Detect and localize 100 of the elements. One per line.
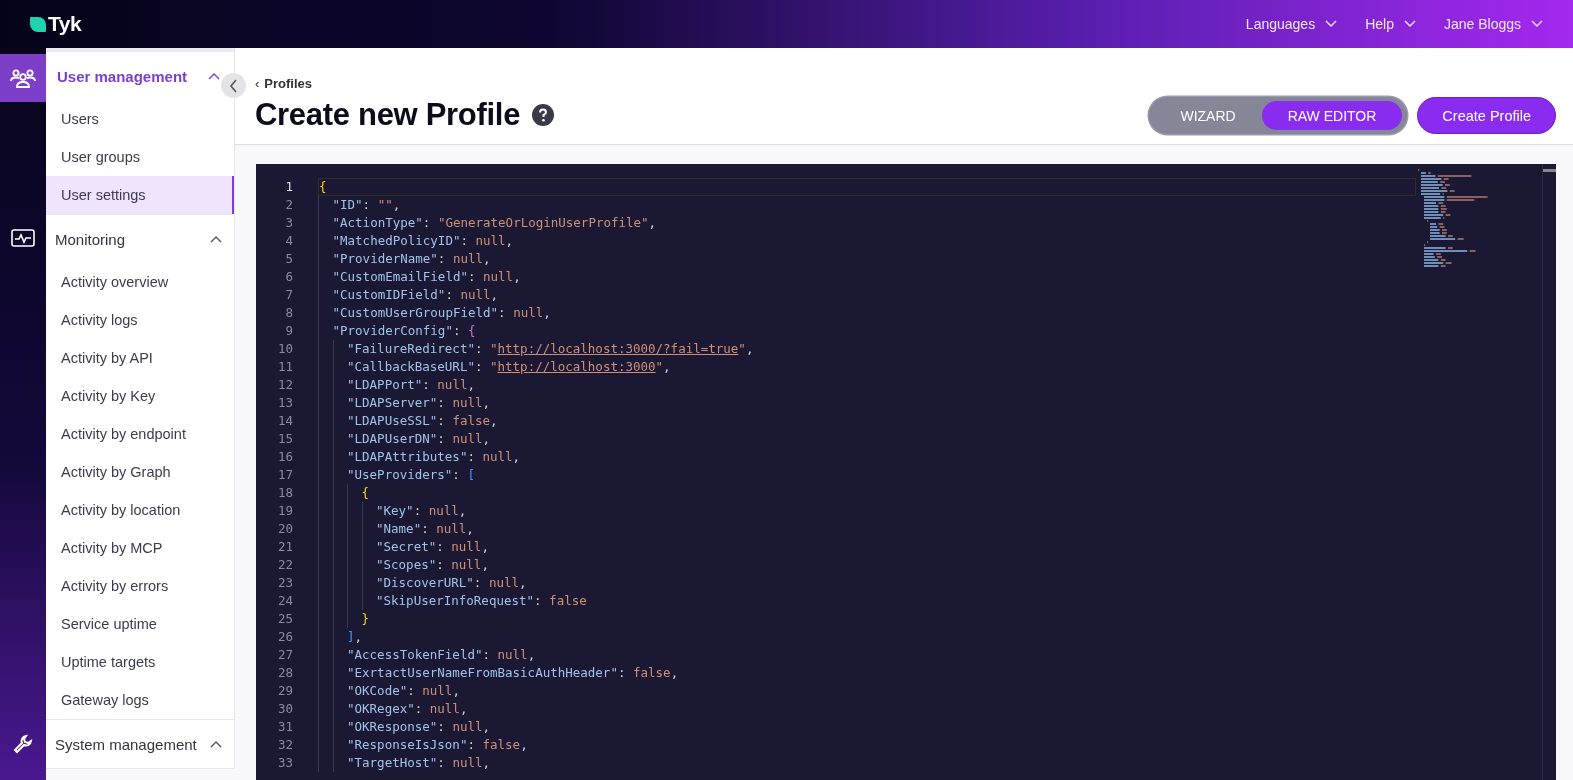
code-line: "LDAPUseSSL": false, bbox=[318, 412, 1416, 430]
code-line: "LDAPPort": null, bbox=[318, 376, 1416, 394]
line-number: 15 bbox=[276, 430, 294, 448]
code-line: "AccessTokenField": null, bbox=[318, 646, 1416, 664]
sidebar-item[interactable]: Activity by location bbox=[46, 491, 234, 529]
code-line: "CustomUserGroupField": null, bbox=[318, 304, 1416, 322]
code-line: "ProviderName": null, bbox=[318, 250, 1416, 268]
line-number: 1 bbox=[284, 178, 294, 196]
chevron-down-icon bbox=[1531, 20, 1543, 28]
top-menu-button[interactable]: Help bbox=[1365, 16, 1416, 32]
top-menu-button[interactable]: Languages bbox=[1245, 16, 1338, 32]
code-line: "ProviderConfig": { bbox=[318, 322, 1416, 340]
help-icon[interactable] bbox=[532, 104, 555, 126]
chevron-left-icon bbox=[228, 78, 239, 93]
code-line: "OKCode": null, bbox=[318, 682, 1416, 700]
line-number: 11 bbox=[276, 358, 294, 376]
code-line: "SkipUserInfoRequest": false bbox=[318, 592, 1416, 610]
sidebar-item[interactable]: Activity overview bbox=[46, 263, 234, 301]
code-line: ], bbox=[318, 628, 1416, 646]
caret-icon bbox=[208, 72, 220, 80]
code-line: "OKRegex": null, bbox=[318, 700, 1416, 718]
line-number: 29 bbox=[276, 682, 294, 700]
top-menu-button[interactable]: Jane Bloggs bbox=[1443, 16, 1543, 32]
line-number: 27 bbox=[276, 646, 294, 664]
scrollbar[interactable] bbox=[1542, 164, 1556, 780]
leaf-logo-icon bbox=[30, 16, 46, 32]
sidebar-item[interactable]: Activity by errors bbox=[46, 567, 234, 605]
line-number: 17 bbox=[276, 466, 294, 484]
line-number: 21 bbox=[276, 538, 294, 556]
code-line: "Secret": null, bbox=[318, 538, 1416, 556]
code-line: "Name": null, bbox=[318, 520, 1416, 538]
sidebar-item[interactable]: User groups bbox=[46, 138, 234, 176]
code-line: "OKResponse": null, bbox=[318, 718, 1416, 736]
breadcrumb-link[interactable]: ‹ Profiles bbox=[255, 76, 555, 91]
sidebar-item[interactable]: Activity by Graph bbox=[46, 453, 234, 491]
code-line: } bbox=[318, 610, 1416, 628]
sidebar-item[interactable]: Service uptime bbox=[46, 605, 234, 643]
logo-text: Tyk bbox=[48, 12, 82, 36]
caret-icon bbox=[210, 235, 222, 243]
code-line: "ResponseIsJson": false, bbox=[318, 736, 1416, 754]
sidebar-item[interactable]: Activity by endpoint bbox=[46, 415, 234, 453]
sidebar-item[interactable]: Gateway logs bbox=[46, 681, 234, 719]
line-number: 22 bbox=[276, 556, 294, 574]
line-number: 24 bbox=[276, 592, 294, 610]
code-line: "LDAPAttributes": null, bbox=[318, 448, 1416, 466]
line-number: 8 bbox=[284, 304, 294, 322]
line-number: 25 bbox=[276, 610, 294, 628]
code-line: "CustomEmailField": null, bbox=[318, 268, 1416, 286]
line-number: 9 bbox=[284, 322, 294, 340]
line-number: 6 bbox=[284, 268, 294, 286]
code-line: "LDAPServer": null, bbox=[318, 394, 1416, 412]
code-line: { bbox=[318, 484, 1416, 502]
line-number: 28 bbox=[276, 664, 294, 682]
line-number: 30 bbox=[276, 700, 294, 718]
chevron-down-icon bbox=[1325, 20, 1338, 28]
line-number: 4 bbox=[284, 232, 294, 250]
code-line: "CallbackBaseURL": "http://localhost:3000", bbox=[318, 358, 1416, 376]
caret-icon bbox=[210, 740, 222, 748]
line-number: 33 bbox=[276, 754, 294, 772]
line-number: 18 bbox=[276, 484, 294, 502]
sidebar-item[interactable]: User settings bbox=[46, 176, 234, 214]
line-number: 32 bbox=[276, 736, 294, 754]
code-line: "ExrtactUserNameFromBasicAuthHeader": false, bbox=[318, 664, 1416, 682]
code-line: "UseProviders": [ bbox=[318, 466, 1416, 484]
code-line: "ActionType": "GenerateOrLoginUserProfile", bbox=[318, 214, 1416, 232]
sidebar-item[interactable]: Activity by Key bbox=[46, 377, 234, 415]
line-number: 26 bbox=[276, 628, 294, 646]
code-line: "ID": "", bbox=[318, 196, 1416, 214]
sidebar-item[interactable]: Activity by MCP bbox=[46, 529, 234, 567]
line-number: 23 bbox=[276, 574, 294, 592]
code-line: "FailureRedirect": "http://localhost:3000/?fail=true", bbox=[318, 340, 1416, 358]
users-icon[interactable] bbox=[0, 54, 46, 102]
line-number: 3 bbox=[284, 214, 294, 232]
page-title: Create new Profile bbox=[255, 97, 521, 133]
code-line: "LDAPUserDN": null, bbox=[318, 430, 1416, 448]
line-number: 14 bbox=[276, 412, 294, 430]
line-number: 5 bbox=[284, 250, 294, 268]
code-line: "TargetHost": null, bbox=[318, 754, 1416, 772]
line-number: 7 bbox=[284, 286, 294, 304]
line-number: 2 bbox=[284, 196, 294, 214]
line-number: 16 bbox=[276, 448, 294, 466]
mode-tab[interactable]: WIZARD bbox=[1154, 101, 1262, 130]
line-number: 31 bbox=[276, 718, 294, 736]
line-number: 10 bbox=[276, 340, 294, 358]
line-number: 19 bbox=[276, 502, 294, 520]
code-line: "Key": null, bbox=[318, 502, 1416, 520]
sidebar-item[interactable]: Users bbox=[46, 100, 234, 138]
line-number: 20 bbox=[276, 520, 294, 538]
code-line: "DiscoverURL": null, bbox=[318, 574, 1416, 592]
code-line: "CustomIDField": null, bbox=[318, 286, 1416, 304]
code-line: "MatchedPolicyID": null, bbox=[318, 232, 1416, 250]
mode-tab[interactable]: RAW EDITOR bbox=[1261, 101, 1403, 130]
line-number: 12 bbox=[276, 376, 294, 394]
logo[interactable]: Tyk bbox=[30, 12, 82, 36]
create-profile-button[interactable]: Create Profile bbox=[1417, 97, 1556, 134]
sidebar-item[interactable]: Activity logs bbox=[46, 301, 234, 339]
line-number: 13 bbox=[276, 394, 294, 412]
code-line: "Scopes": null, bbox=[318, 556, 1416, 574]
sidebar-item[interactable]: Uptime targets bbox=[46, 643, 234, 681]
sidebar-item[interactable]: Activity by API bbox=[46, 339, 234, 377]
